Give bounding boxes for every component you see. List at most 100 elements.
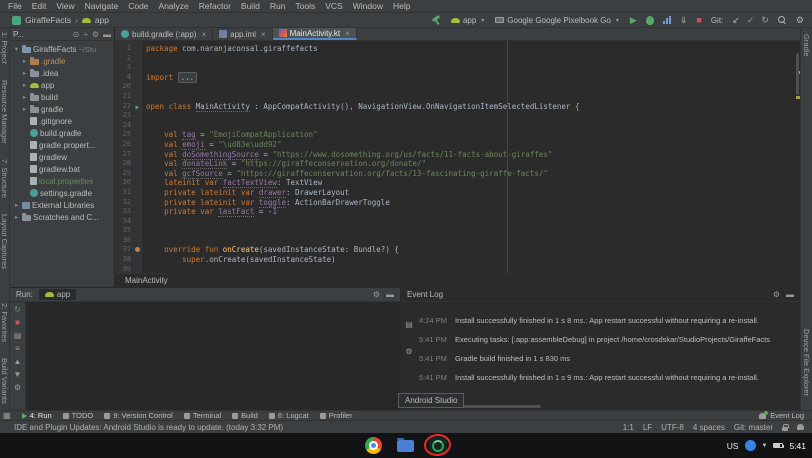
breadcrumb-module[interactable]: app	[95, 15, 109, 25]
tree-item-gradle[interactable]: ▸.gradle	[10, 55, 114, 67]
settings-icon[interactable]: ⚙	[373, 290, 380, 299]
run-tab-app[interactable]: app	[39, 289, 76, 300]
tool-tab-9-version-control[interactable]: 9: Version Control	[104, 411, 173, 420]
tree-item-build[interactable]: ▸build	[10, 91, 114, 103]
collapse-icon[interactable]: ÷	[83, 30, 87, 39]
menu-build[interactable]: Build	[236, 0, 265, 13]
status-lf[interactable]: LF	[643, 423, 652, 432]
editor-breadcrumb[interactable]: MainActivity	[115, 273, 800, 287]
menu-view[interactable]: View	[51, 0, 79, 13]
git-revert-icon[interactable]: ↻	[761, 16, 769, 25]
run-configuration-select[interactable]: app ▾	[451, 16, 486, 25]
menu-run[interactable]: Run	[265, 0, 291, 13]
tool-window-button-build-variants[interactable]: Build Variants	[0, 358, 9, 404]
tool-tab-build[interactable]: Build	[232, 411, 258, 420]
hide-icon[interactable]: ▬	[786, 290, 794, 299]
locate-icon[interactable]: ⊙	[73, 30, 80, 39]
tool-tab-todo[interactable]: TODO	[63, 411, 94, 420]
system-tray[interactable]: US ▼ 5:41	[727, 433, 806, 458]
menu-window[interactable]: Window	[348, 0, 388, 13]
tree-item-gradlew-bat[interactable]: gradlew.bat	[10, 163, 114, 175]
chrome-icon[interactable]	[365, 437, 382, 454]
menu-code[interactable]: Code	[123, 0, 153, 13]
close-icon[interactable]: ×	[261, 30, 266, 39]
stop-icon[interactable]: ■	[15, 319, 20, 327]
breadcrumb-class[interactable]: MainActivity	[125, 276, 168, 285]
tool-tab-terminal[interactable]: Terminal	[184, 411, 221, 420]
up-icon[interactable]: ▲	[14, 358, 22, 366]
hide-icon[interactable]: ▬	[386, 290, 394, 299]
wrench-icon[interactable]: ⚙	[405, 347, 412, 356]
override-gutter-icon[interactable]	[133, 245, 142, 255]
editor-tab-mainactivity-kt[interactable]: MainActivity.kt×	[273, 28, 357, 40]
tool-tab-6-logcat[interactable]: 6: Logcat	[269, 411, 309, 420]
device-select[interactable]: Google Google Pixelbook Go ▾	[495, 16, 621, 25]
menu-vcs[interactable]: VCS	[320, 0, 347, 13]
project-panel-title[interactable]: P...	[13, 30, 24, 39]
settings-icon[interactable]: ⚙	[773, 290, 780, 299]
run-console[interactable]	[26, 302, 400, 410]
tool-window-button-layout-captures[interactable]: Layout Captures	[0, 214, 9, 269]
tool-window-button-device-file-explorer[interactable]: Device File Explorer	[802, 329, 811, 396]
tool-window-button-gradle[interactable]: Gradle	[802, 34, 811, 57]
menu-help[interactable]: Help	[388, 0, 415, 13]
menu-navigate[interactable]: Navigate	[80, 0, 124, 13]
breadcrumb-project[interactable]: GiraffeFacts	[25, 15, 71, 25]
files-icon[interactable]	[397, 440, 414, 452]
close-icon[interactable]: ×	[201, 30, 206, 39]
tree-item-build-gradle[interactable]: build.gradle	[10, 127, 114, 139]
stop-button[interactable]: ■	[696, 16, 701, 25]
debug-button[interactable]	[646, 16, 654, 25]
status-4-spaces[interactable]: 4 spaces	[693, 423, 725, 432]
menu-edit[interactable]: Edit	[27, 0, 52, 13]
hide-icon[interactable]: ▬	[103, 30, 111, 39]
status-utf-8[interactable]: UTF-8	[661, 423, 684, 432]
tool-window-switcher-icon[interactable]: ▦	[3, 411, 11, 420]
tree-item-scratches-and-c[interactable]: ▸Scratches and C...	[10, 211, 114, 223]
menu-refactor[interactable]: Refactor	[194, 0, 236, 13]
tree-item-settings-gradle[interactable]: settings.gradle	[10, 187, 114, 199]
status-git-master[interactable]: Git: master	[734, 423, 773, 432]
profile-button[interactable]	[663, 16, 671, 24]
tool-tab-profiler[interactable]: Profiler	[320, 411, 353, 420]
run-button[interactable]: ▶	[630, 16, 637, 25]
tool-tab-4-run[interactable]: 4: Run	[22, 411, 52, 420]
menu-analyze[interactable]: Analyze	[154, 0, 194, 13]
tool-window-button-2-favorites[interactable]: 2: Favorites	[0, 303, 9, 342]
menu-file[interactable]: File	[3, 0, 27, 13]
soft-icon[interactable]: ▤	[14, 332, 22, 340]
tray-status-icon[interactable]	[745, 440, 756, 451]
keyboard-layout-indicator[interactable]: US	[727, 441, 739, 451]
tree-item-gitignore[interactable]: .gitignore	[10, 115, 114, 127]
git-update-icon[interactable]: ↙	[732, 16, 740, 25]
attach-debugger-button[interactable]: ⇓	[680, 16, 688, 25]
tree-item-gradlew[interactable]: gradlew	[10, 151, 114, 163]
tree-item-local-properties[interactable]: local.properties	[10, 175, 114, 187]
tree-item-app[interactable]: ▸app	[10, 79, 114, 91]
search-icon[interactable]	[778, 16, 787, 25]
tree-item-idea[interactable]: ▸.idea	[10, 67, 114, 79]
settings2-icon[interactable]: ⚙	[14, 384, 21, 392]
tree-item-giraffefacts[interactable]: ▾GiraffeFacts ~/Stu	[10, 43, 114, 55]
run-gutter-icon[interactable]: ▶	[133, 102, 142, 112]
editor-tab-app-iml[interactable]: app.iml×	[213, 28, 272, 40]
tree-item-gradle[interactable]: ▸gradle	[10, 103, 114, 115]
build-hammer-icon[interactable]	[431, 15, 442, 26]
settings-icon[interactable]: ⚙	[92, 30, 99, 39]
git-commit-icon[interactable]: ✓	[747, 16, 755, 25]
tool-window-button-resource-manager[interactable]: Resource Manager	[0, 80, 9, 144]
status-message[interactable]: IDE and Plugin Updates: Android Studio i…	[14, 423, 283, 432]
down-icon[interactable]: ▼	[14, 371, 22, 379]
rerun-icon[interactable]: ↻	[14, 306, 21, 314]
tool-window-button-7-structure[interactable]: 7: Structure	[0, 159, 9, 198]
code-editor[interactable]: 1package com.naranjaconsal.giraffefacts2…	[115, 41, 800, 273]
note-icon[interactable]: ▤	[405, 320, 413, 329]
tool-window-button-1-project[interactable]: 1: Project	[0, 32, 9, 64]
close-icon[interactable]: ×	[345, 29, 350, 38]
notifications-bell-icon[interactable]	[797, 424, 804, 430]
editor-scrollbar[interactable]	[796, 53, 799, 95]
list-icon[interactable]: ≡	[15, 345, 20, 353]
tree-item-external-libraries[interactable]: ▸External Libraries	[10, 199, 114, 211]
event-log-toggle[interactable]: Event Log	[759, 411, 804, 420]
status-1-1[interactable]: 1:1	[623, 423, 634, 432]
